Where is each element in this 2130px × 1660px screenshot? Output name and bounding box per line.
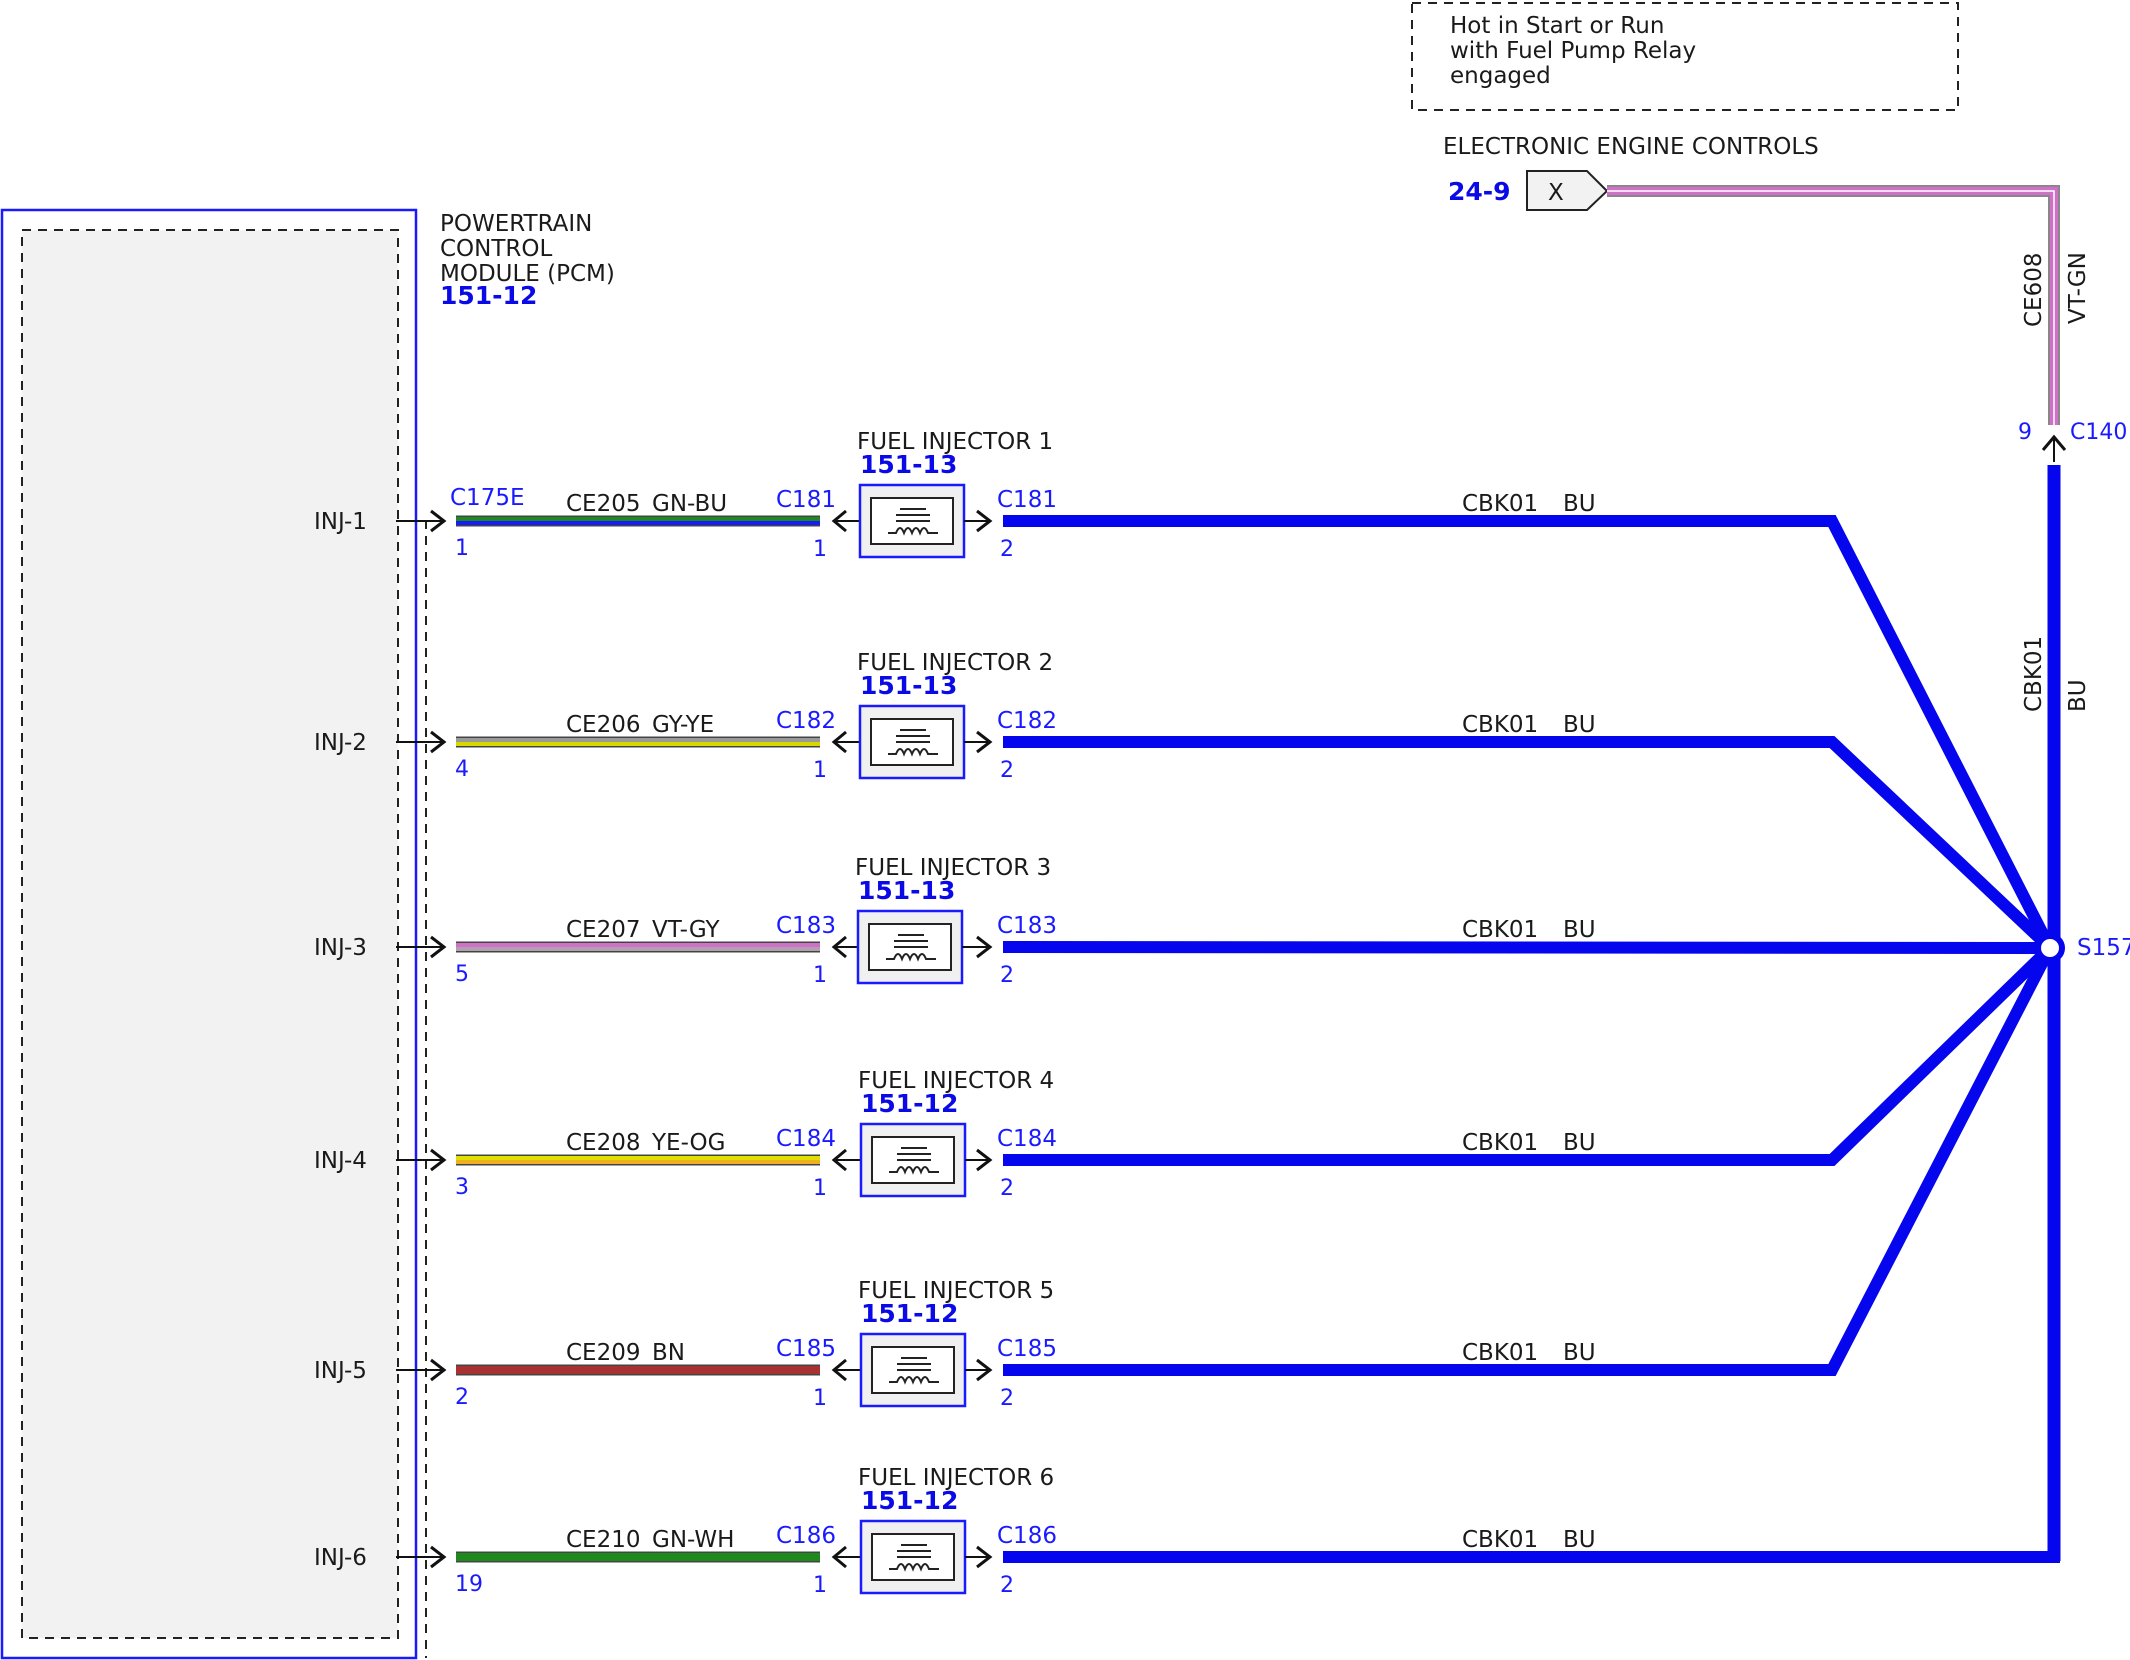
signal-circuit-5: CE209 [566,1340,641,1366]
return-connector-4: C184 [997,1126,1057,1152]
signal-circuit-1: CE205 [566,491,641,517]
injector-ref-5[interactable]: 151-12 [861,1299,958,1328]
return-connector-1: C181 [997,487,1057,513]
signal-color-2: GY-YE [652,712,714,738]
feed-page-ref[interactable]: 24-9 [1448,177,1511,206]
return-circuit-2: CBK01 [1462,712,1538,738]
injector-pin-out-5: 2 [1000,1386,1014,1411]
signal-connector-5: C185 [776,1336,836,1362]
return-color-5: BU [1563,1340,1596,1366]
feed-pin: 9 [2018,420,2032,445]
splice-name: S157 [2077,935,2130,961]
feed-circuit: CE608 [2021,253,2047,328]
signal-circuit-6: CE210 [566,1527,641,1553]
pcm-pin-name-2: INJ-2 [314,730,367,756]
return-circuit-6: CBK01 [1462,1527,1538,1553]
pcm-name-line-1: POWERTRAIN [440,211,592,237]
return-color-3: BU [1563,917,1596,943]
return-wire-4[interactable] [1003,943,2055,1166]
power-note-line-3: engaged [1450,63,1551,89]
splice-node[interactable] [2035,933,2065,963]
pcm-body [21,229,399,1639]
feed-connector-arrow [1526,170,1609,211]
return-color-1: BU [1563,491,1596,517]
injector-pin-in-4: 1 [813,1176,827,1201]
pcm-pin-name-1: INJ-1 [314,509,367,535]
signal-connector-1: C181 [776,487,836,513]
injector-pin-in-5: 1 [813,1386,827,1411]
trunk-circuit: CBK01 [2021,636,2047,712]
signal-circuit-4: CE208 [566,1130,641,1156]
pcm-pin-number-6: 19 [455,1572,483,1597]
signal-circuit-3: CE207 [566,917,641,943]
pcm-ref[interactable]: 151-12 [440,281,537,310]
injector-pin-in-1: 1 [813,537,827,562]
feed-wire-stripe [1607,190,2055,425]
injector-pin-out-1: 2 [1000,537,1014,562]
signal-connector-2: C182 [776,708,836,734]
pcm-connector: C175E [450,485,525,511]
injector-ref-2[interactable]: 151-13 [860,671,957,700]
feed-color: VT-GN [2065,252,2091,324]
return-connector-3: C183 [997,913,1057,939]
feed-connector-letter: X [1548,180,1564,206]
injector-pin-out-6: 2 [1000,1573,1014,1598]
power-feed: ELECTRONIC ENGINE CONTROLS 24-9 X CE608 … [1443,134,2127,462]
pcm-pin-number-4: 3 [455,1175,469,1200]
injector-pin-in-6: 1 [813,1573,827,1598]
wiring-diagram: Hot in Start or Run with Fuel Pump Relay… [0,2,2130,1660]
signal-color-4: YE-OG [651,1130,725,1156]
signal-color-1: GN-BU [652,491,727,517]
pcm-pin-name-5: INJ-5 [314,1358,367,1384]
signal-connector-4: C184 [776,1126,836,1152]
feed-system-label: ELECTRONIC ENGINE CONTROLS [1443,134,1819,160]
injector-ref-4[interactable]: 151-12 [861,1089,958,1118]
pcm-pin-name-4: INJ-4 [314,1148,367,1174]
return-circuit-5: CBK01 [1462,1340,1538,1366]
feed-wire [1607,187,2058,425]
signal-circuit-2: CE206 [566,712,641,738]
pcm-pin-number-5: 2 [455,1385,469,1410]
injector-ref-6[interactable]: 151-12 [861,1486,958,1515]
return-connector-2: C182 [997,708,1057,734]
injector-pin-out-2: 2 [1000,758,1014,783]
return-circuit-4: CBK01 [1462,1130,1538,1156]
return-connector-6: C186 [997,1523,1057,1549]
injector-pin-in-2: 1 [813,758,827,783]
injector-pin-in-3: 1 [813,963,827,988]
pcm-pin-name-6: INJ-6 [314,1545,367,1571]
pcm-pin-number-3: 5 [455,962,469,987]
signal-color-3: VT-GY [652,917,720,943]
pcm-pin-number-2: 4 [455,757,469,782]
signal-connector-6: C186 [776,1523,836,1549]
pcm-module: POWERTRAIN CONTROL MODULE (PCM) 151-12 [0,208,615,1660]
return-color-4: BU [1563,1130,1596,1156]
return-color-6: BU [1563,1527,1596,1553]
power-note-line-2: with Fuel Pump Relay [1450,38,1696,64]
signal-color-5: BN [652,1340,685,1366]
injector-ref-1[interactable]: 151-13 [860,450,957,479]
injector-ref-3[interactable]: 151-13 [858,876,955,905]
return-connector-5: C185 [997,1336,1057,1362]
pcm-pin-number-1: 1 [455,536,469,561]
power-note: Hot in Start or Run with Fuel Pump Relay… [1411,2,1959,111]
return-wire-3[interactable] [1002,941,2051,954]
trunk-color: BU [2065,679,2091,712]
feed-wire-outline [1607,185,2060,425]
power-note-line-1: Hot in Start or Run [1450,13,1664,39]
feed-connector: C140 [2070,420,2127,445]
signal-connector-3: C183 [776,913,836,939]
injector-pin-out-3: 2 [1000,963,1014,988]
return-circuit-1: CBK01 [1462,491,1538,517]
return-color-2: BU [1563,712,1596,738]
splice-node-group: S157 [2035,933,2130,963]
pcm-name-line-2: CONTROL [440,236,553,262]
injector-rows: INJ-1C175E CE205 GN-BU C1811 1FUEL INJECTOR … [314,429,2060,1598]
return-circuit-3: CBK01 [1462,917,1538,943]
injector-pin-out-4: 2 [1000,1176,1014,1201]
signal-color-6: GN-WH [652,1527,734,1553]
splice-group: CBK01 BU [2021,465,2091,1561]
pcm-pin-name-3: INJ-3 [314,935,367,961]
